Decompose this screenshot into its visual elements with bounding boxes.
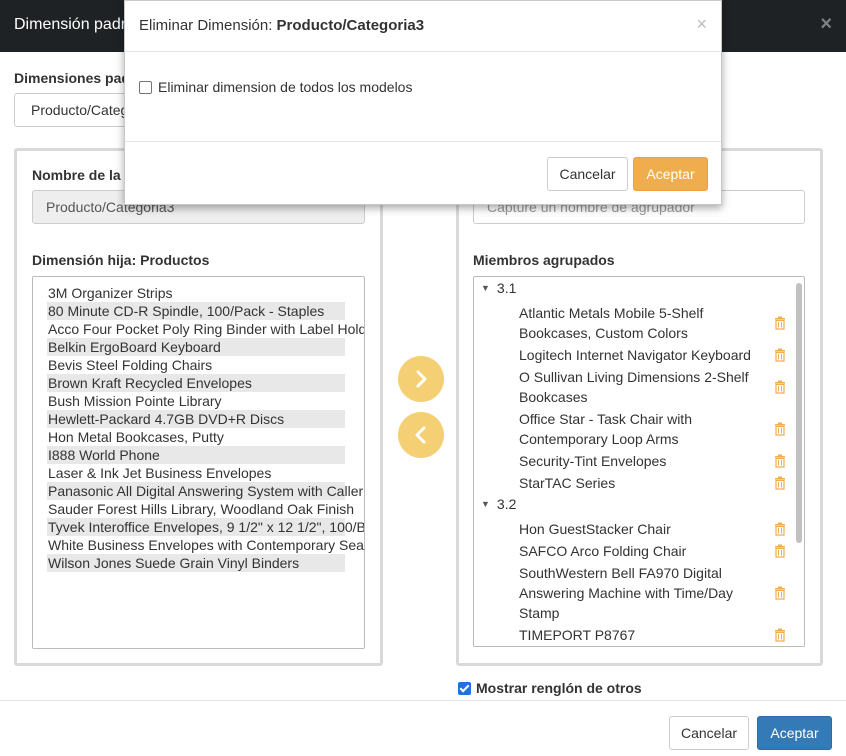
group-name: 3.2 xyxy=(496,496,517,512)
outer-footer-divider xyxy=(0,700,846,701)
product-list-item[interactable]: Belkin ErgoBoard Keyboard xyxy=(47,338,345,356)
member-item[interactable]: Hon GuestStacker Chair xyxy=(519,519,759,539)
member-item[interactable]: StarTAC Series xyxy=(519,473,759,493)
member-label-line: O Sullivan Living Dimensions 2-Shelf xyxy=(519,369,749,385)
move-right-button[interactable] xyxy=(398,356,444,402)
member-label-line: SouthWestern Bell FA970 Digital xyxy=(519,565,722,581)
group-node[interactable]: ▼ 3.2 xyxy=(481,496,516,512)
delete-dimension-modal: Eliminar Dimensión: Producto/Categoria3 … xyxy=(124,0,722,205)
outer-modal-title: Dimensión padr xyxy=(14,16,127,33)
member-label-line: Office Star - Task Chair with xyxy=(519,411,692,427)
member-label-line: Answering Machine with Time/Day xyxy=(519,585,733,601)
trash-icon[interactable] xyxy=(773,544,787,558)
member-label-line: Stamp xyxy=(519,605,560,621)
delete-cancel-button[interactable]: Cancelar xyxy=(547,157,628,191)
chevron-right-icon xyxy=(416,370,427,388)
trash-icon[interactable] xyxy=(773,454,787,468)
caret-down-icon[interactable]: ▼ xyxy=(481,283,490,293)
product-list-item[interactable]: Tyvek Interoffice Envelopes, 9 1/2" x 12… xyxy=(47,518,364,536)
delete-all-models-row[interactable]: Eliminar dimension de todos los modelos xyxy=(139,79,412,95)
outer-accept-button[interactable]: Aceptar xyxy=(757,716,832,750)
name-label: Nombre de la d xyxy=(32,167,134,183)
chevron-left-icon xyxy=(415,426,426,444)
member-label-line: Atlantic Metals Mobile 5-Shelf xyxy=(519,305,704,321)
trash-icon[interactable] xyxy=(773,348,787,362)
tree-scrollbar[interactable] xyxy=(796,283,802,543)
delete-modal-footer-divider xyxy=(125,141,721,142)
trash-icon[interactable] xyxy=(773,586,787,600)
delete-modal-title: Eliminar Dimensión: Producto/Categoria3 xyxy=(139,17,424,34)
trash-icon[interactable] xyxy=(773,522,787,536)
delete-accept-button[interactable]: Aceptar xyxy=(633,157,708,191)
product-list-item[interactable]: Bush Mission Pointe Library xyxy=(47,392,364,410)
product-list-item[interactable]: 3M Organizer Strips xyxy=(47,284,364,302)
group-node[interactable]: ▼ 3.1 xyxy=(481,280,516,296)
product-list-item[interactable]: Acco Four Pocket Poly Ring Binder with L… xyxy=(47,320,364,338)
member-label-line: TIMEPORT P8767 xyxy=(519,627,636,643)
delete-modal-title-prefix: Eliminar Dimensión: xyxy=(139,17,273,34)
trash-icon[interactable] xyxy=(773,380,787,394)
member-label-line: StarTAC Series xyxy=(519,475,616,491)
member-item[interactable]: SouthWestern Bell FA970 Digital Answering… xyxy=(519,563,759,623)
trash-icon[interactable] xyxy=(773,422,787,436)
group-name: 3.1 xyxy=(496,280,517,296)
product-list-item[interactable]: Wilson Jones Suede Grain Vinyl Binders xyxy=(47,554,345,572)
show-others-label: Mostrar renglón de otros xyxy=(476,680,642,696)
delete-modal-close-icon[interactable]: × xyxy=(696,14,707,35)
member-item[interactable]: Logitech Internet Navigator Keyboard xyxy=(519,345,759,365)
caret-down-icon[interactable]: ▼ xyxy=(481,499,490,509)
product-list-item[interactable]: Hewlett-Packard 4.7GB DVD+R Discs xyxy=(47,410,345,428)
trash-icon[interactable] xyxy=(773,316,787,330)
trash-icon[interactable] xyxy=(773,628,787,642)
grouped-members-label: Miembros agrupados xyxy=(473,252,615,268)
member-label-line: Security-Tint Envelopes xyxy=(519,453,667,469)
grouped-members-tree[interactable]: ▼ 3.1 Atlantic Metals Mobile 5-Shelf Bookca… xyxy=(473,276,805,647)
member-item[interactable]: Office Star - Task Chair with Contemporar… xyxy=(519,409,759,449)
outer-cancel-button[interactable]: Cancelar xyxy=(669,716,749,750)
member-item[interactable]: SAFCO Arco Folding Chair xyxy=(519,541,759,561)
product-list-item[interactable]: Brown Kraft Recycled Envelopes xyxy=(47,374,345,392)
product-list-item[interactable]: 80 Minute CD-R Spindle, 100/Pack - Stapl… xyxy=(47,302,345,320)
product-list-item[interactable]: Bevis Steel Folding Chairs xyxy=(47,356,364,374)
member-item[interactable]: O Sullivan Living Dimensions 2-Shelf Book… xyxy=(519,367,759,407)
show-others-checkbox[interactable] xyxy=(458,682,471,695)
product-list-item[interactable]: White Business Envelopes with Contempora… xyxy=(47,536,364,554)
product-list-item[interactable]: Laser & Ink Jet Business Envelopes xyxy=(47,464,364,482)
member-label-line: Bookcases, Custom Colors xyxy=(519,325,688,341)
outer-close-icon[interactable]: × xyxy=(820,13,832,36)
move-left-button[interactable] xyxy=(398,412,444,458)
member-label-line: Bookcases xyxy=(519,389,588,405)
member-item[interactable]: Atlantic Metals Mobile 5-Shelf Bookcases,… xyxy=(519,303,759,343)
child-dim-label: Dimensión hija: Productos xyxy=(32,252,210,268)
delete-modal-header-divider xyxy=(125,51,721,52)
member-item[interactable]: TIMEPORT P8767 xyxy=(519,625,759,645)
member-item[interactable]: Security-Tint Envelopes xyxy=(519,451,759,471)
delete-all-models-checkbox[interactable] xyxy=(139,81,152,94)
product-list-item[interactable]: Panasonic All Digital Answering System w… xyxy=(47,482,363,500)
product-list-item[interactable]: Hon Metal Bookcases, Putty xyxy=(47,428,364,446)
member-label-line: SAFCO Arco Folding Chair xyxy=(519,543,687,559)
product-list-item[interactable]: Sauder Forest Hills Library, Woodland Oa… xyxy=(47,500,364,518)
delete-all-models-label: Eliminar dimension de todos los modelos xyxy=(158,79,413,95)
parent-dims-label: Dimensiones padr xyxy=(14,70,136,86)
product-listbox[interactable]: 3M Organizer Strips 80 Minute CD-R Spindl… xyxy=(32,276,365,649)
member-label-line: Contemporary Loop Arms xyxy=(519,431,679,447)
show-others-row[interactable]: Mostrar renglón de otros xyxy=(458,680,642,696)
member-label-line: Hon GuestStacker Chair xyxy=(519,521,671,537)
member-label-line: Logitech Internet Navigator Keyboard xyxy=(519,347,751,363)
delete-modal-title-target: Producto/Categoria3 xyxy=(276,17,425,34)
trash-icon[interactable] xyxy=(773,476,787,490)
product-list-item[interactable]: I888 World Phone xyxy=(47,446,345,464)
